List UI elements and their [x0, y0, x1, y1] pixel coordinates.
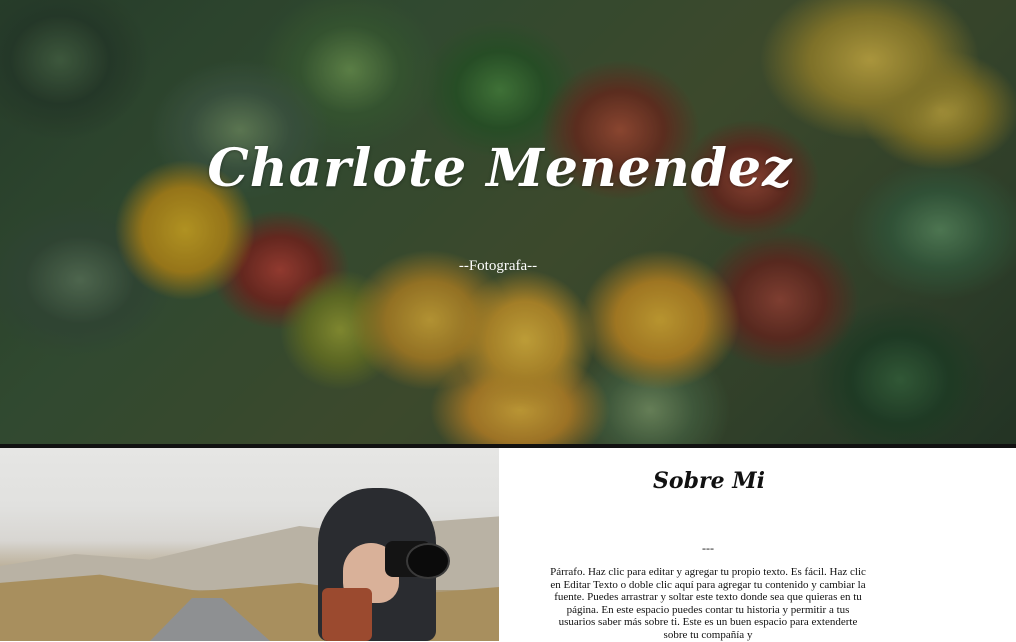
hero-banner: Charlote Menendez --Fotografa--: [0, 0, 1016, 444]
about-title: Sobre Mi: [653, 468, 765, 494]
about-section: Sobre Mi --- Párrafo. Haz clic para edit…: [499, 448, 1016, 641]
hero-title: Charlote Menendez: [207, 138, 793, 199]
hero-subtitle: --Fotografa--: [458, 258, 538, 274]
photographer-scarf: [322, 588, 372, 641]
about-paragraph: Párrafo. Haz clic para editar y agregar …: [550, 566, 866, 641]
camera-lens-icon: [406, 543, 450, 579]
about-separator: ---: [702, 541, 714, 555]
about-photo: [0, 448, 499, 641]
